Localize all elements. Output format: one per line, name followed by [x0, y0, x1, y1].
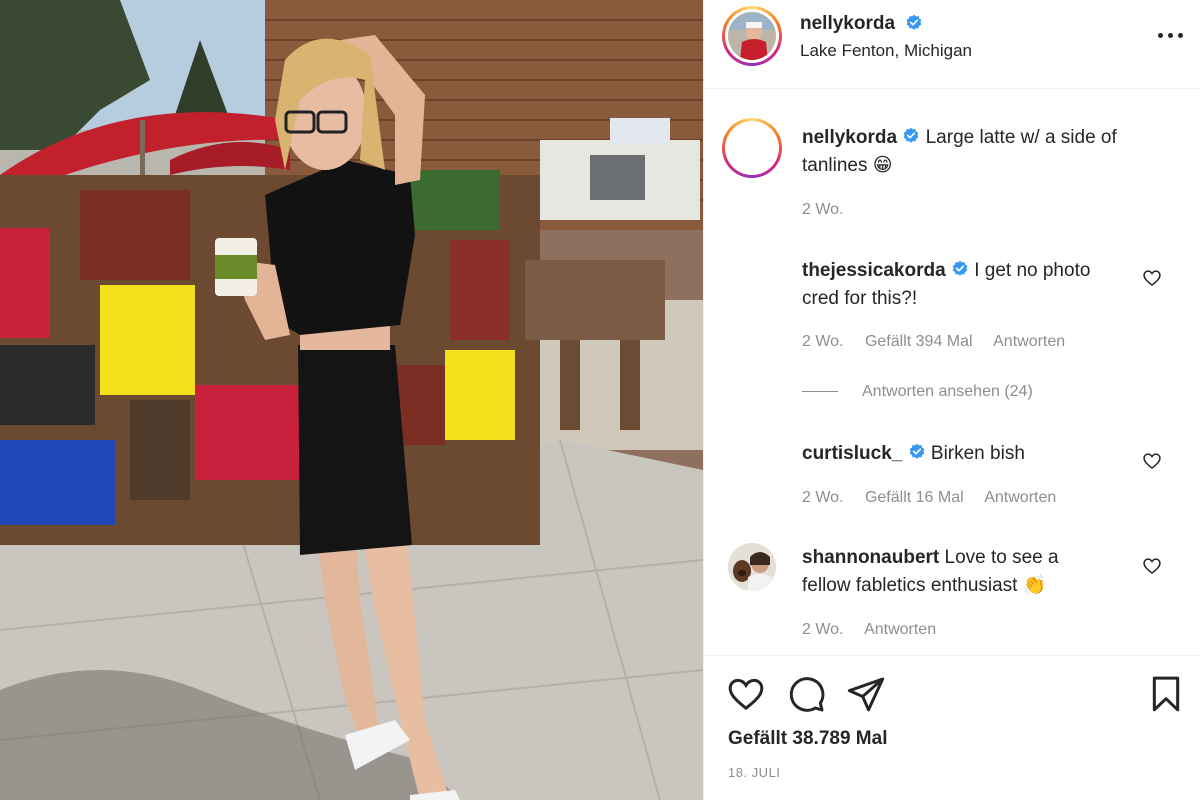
comment-1-line-1: I get no photo [974, 260, 1091, 281]
caption-age: 2 Wo. [802, 201, 844, 218]
comment-1-meta: 2 Wo. Gefällt 394 Mal Antworten [802, 333, 1082, 351]
share-icon[interactable] [846, 674, 886, 714]
caption-line-2: tanlines [802, 155, 868, 176]
heart-icon[interactable] [726, 674, 766, 714]
more-options-icon[interactable] [1156, 22, 1186, 48]
bookmark-icon[interactable] [1146, 674, 1186, 714]
comment-2-username[interactable]: curtisluck_ [802, 443, 902, 464]
comment-3-line-2: fellow fabletics enthusiast [802, 575, 1018, 596]
post-date: 18. JULI [728, 765, 781, 780]
comment-2-line-1: Birken bish [930, 443, 1025, 464]
comment-3-line-1: Love to see a [944, 547, 1059, 568]
comment-1-username[interactable]: thejessicakorda [802, 260, 946, 281]
comment-2-meta: 2 Wo. Gefällt 16 Mal Antworten [802, 489, 1073, 507]
comment-1-age: 2 Wo. [802, 333, 844, 350]
comment-2-text: curtisluck_ Birken bish [802, 440, 1025, 468]
caption-username[interactable]: nellykorda [802, 127, 897, 148]
author-avatar-image [728, 12, 776, 60]
comment-2-age: 2 Wo. [802, 489, 844, 506]
comment-1-likes[interactable]: Gefällt 394 Mal [865, 333, 973, 350]
comment-3-like-heart-icon[interactable] [1142, 556, 1162, 576]
view-replies-line [802, 391, 838, 393]
comment-icon[interactable] [786, 674, 826, 714]
comment-2-likes[interactable]: Gefällt 16 Mal [865, 489, 964, 506]
clapping-emoji: 👏 [1022, 575, 1047, 596]
comment-1-text: thejessicakorda I get no photo cred for … [802, 257, 1090, 313]
caption-line-1: Large latte w/ a side of [925, 127, 1117, 148]
comment-3-username[interactable]: shannonaubert [802, 547, 939, 568]
view-replies-button[interactable]: Antworten ansehen (24) [802, 383, 1033, 401]
comment-3-reply-button[interactable]: Antworten [864, 621, 936, 638]
comment-3-meta: 2 Wo. Antworten [802, 621, 953, 639]
comment-1-reply-button[interactable]: Antworten [993, 333, 1065, 350]
verified-badge-icon [903, 127, 919, 143]
comment-3-avatar[interactable] [728, 543, 776, 591]
verified-badge-icon [906, 14, 922, 30]
post-photo-illustration [0, 0, 703, 800]
comment-3-age: 2 Wo. [802, 621, 844, 638]
comment-1-line-2: cred for this?! [802, 288, 918, 309]
verified-badge-icon [952, 260, 968, 276]
author-avatar[interactable] [722, 6, 782, 66]
comment-2-reply-button[interactable]: Antworten [984, 489, 1056, 506]
view-replies-label: Antworten ansehen (24) [862, 383, 1033, 400]
verified-badge-icon [909, 443, 924, 459]
comment-3-text: shannonaubert Love to see a fellow fable… [802, 544, 1059, 600]
grin-emoji: 😁 [872, 155, 893, 176]
author-username[interactable]: nellykorda [800, 13, 895, 35]
caption-author-avatar[interactable] [722, 118, 782, 178]
comment-2-like-heart-icon[interactable] [1142, 451, 1162, 471]
post-sidebar: nellykorda Lake Fenton, Michigan nellyko… [703, 0, 1200, 800]
post-location[interactable]: Lake Fenton, Michigan [800, 41, 972, 61]
comment-1-like-heart-icon[interactable] [1142, 268, 1162, 288]
post-header: nellykorda Lake Fenton, Michigan [704, 0, 1200, 89]
post-photo[interactable] [0, 0, 703, 800]
post-likes-count[interactable]: Gefällt 38.789 Mal [728, 728, 887, 750]
post-actions: Gefällt 38.789 Mal 18. JULI [704, 655, 1200, 800]
caption-text: nellykorda Large latte w/ a side of tanl… [802, 124, 1117, 180]
